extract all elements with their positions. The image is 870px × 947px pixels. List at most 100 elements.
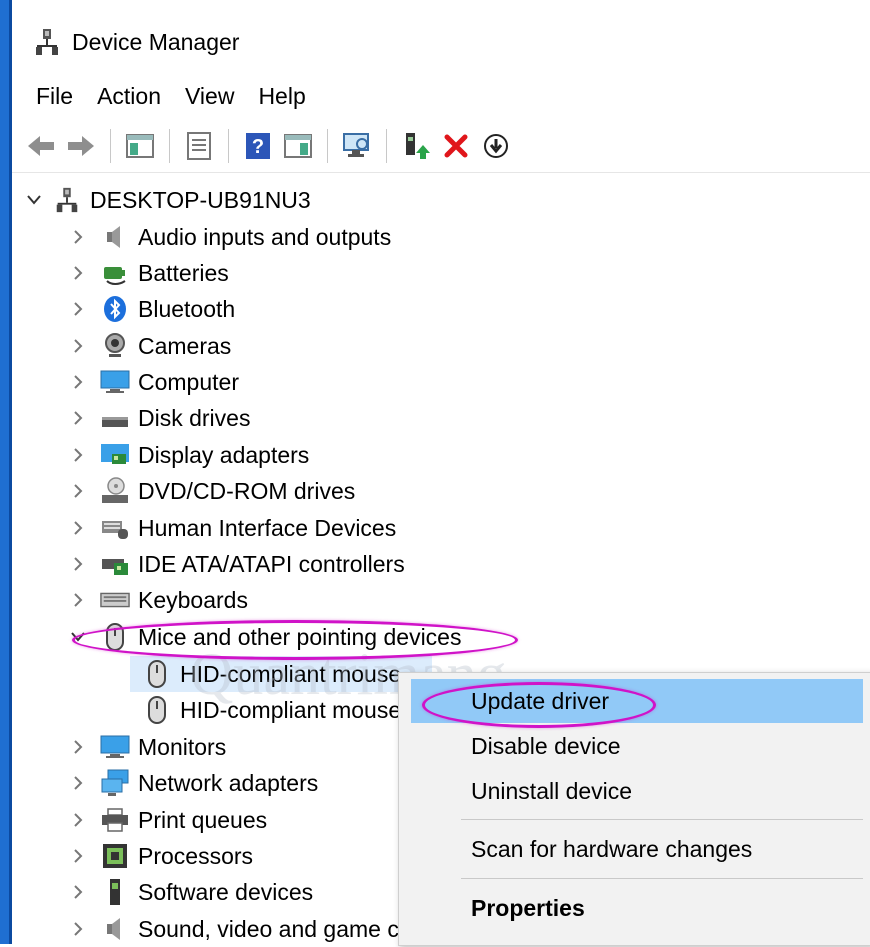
chevron-right-icon[interactable] xyxy=(70,408,86,428)
dvd-drive-icon xyxy=(100,476,130,506)
scan-hardware-menu-item[interactable]: Scan for hardware changes xyxy=(411,827,863,871)
uninstall-x-icon[interactable] xyxy=(439,129,473,163)
ide-controller-icon xyxy=(100,549,130,579)
monitor-icon xyxy=(100,732,130,762)
window-title: Device Manager xyxy=(72,28,240,55)
chevron-right-icon[interactable] xyxy=(70,810,86,830)
disable-device-icon[interactable] xyxy=(479,129,513,163)
device-manager-icon xyxy=(34,27,60,57)
update-driver-menu-item[interactable]: Update driver xyxy=(411,679,863,723)
help-icon[interactable]: ? xyxy=(241,129,275,163)
tree-item-disk-drives[interactable]: Disk drives xyxy=(70,400,250,436)
network-adapter-icon xyxy=(100,768,130,798)
tree-item-label: Computer xyxy=(138,368,239,395)
tree-item-ide-controllers[interactable]: IDE ATA/ATAPI controllers xyxy=(70,546,405,582)
processor-icon xyxy=(100,841,130,871)
chevron-right-icon[interactable] xyxy=(70,336,86,356)
menu-separator xyxy=(461,878,863,879)
properties-menu-item[interactable]: Properties xyxy=(411,886,863,930)
forward-arrow-icon[interactable] xyxy=(64,129,98,163)
camera-icon xyxy=(100,331,130,361)
toolbar-separator xyxy=(386,129,387,163)
chevron-right-icon[interactable] xyxy=(70,518,86,538)
tree-item-bluetooth[interactable]: Bluetooth xyxy=(70,291,235,327)
menu-file[interactable]: File xyxy=(36,79,73,114)
toolbar-separator xyxy=(110,129,111,163)
chevron-right-icon[interactable] xyxy=(70,737,86,757)
tree-root-label: DESKTOP-UB91NU3 xyxy=(90,186,311,213)
update-driver-icon[interactable] xyxy=(399,129,433,163)
tree-item-computer[interactable]: Computer xyxy=(70,364,239,400)
chevron-right-icon[interactable] xyxy=(70,227,86,247)
menu-view[interactable]: View xyxy=(185,79,234,114)
chevron-right-icon[interactable] xyxy=(70,372,86,392)
tree-item-hid-mouse-2[interactable]: HID-compliant mouse xyxy=(132,692,401,728)
tree-item-keyboards[interactable]: Keyboards xyxy=(70,582,248,618)
menu-action[interactable]: Action xyxy=(97,79,161,114)
chevron-right-icon[interactable] xyxy=(70,919,86,939)
chevron-right-icon[interactable] xyxy=(70,846,86,866)
tree-item-label: DVD/CD-ROM drives xyxy=(138,477,356,504)
tree-item-print-queues[interactable]: Print queues xyxy=(70,802,267,838)
tree-item-label: Cameras xyxy=(138,332,232,359)
window-left-border xyxy=(0,0,12,944)
disable-device-menu-item[interactable]: Disable device xyxy=(411,724,863,768)
toolbar-separator xyxy=(327,129,328,163)
keyboard-icon xyxy=(100,585,130,615)
mouse-icon xyxy=(142,695,172,725)
chevron-right-icon[interactable] xyxy=(70,554,86,574)
printer-icon xyxy=(100,805,130,835)
chevron-right-icon[interactable] xyxy=(70,882,86,902)
software-device-icon xyxy=(100,877,130,907)
show-hide-console-tree-icon[interactable] xyxy=(123,129,157,163)
tree-item-hid-mouse-1[interactable]: HID-compliant mouse xyxy=(132,656,401,692)
computer-network-icon xyxy=(52,185,82,215)
tree-item-label: Network adapters xyxy=(138,769,319,796)
chevron-right-icon[interactable] xyxy=(70,590,86,610)
menu-bar: File Action View Help xyxy=(12,74,870,118)
tree-item-label: Mice and other pointing devices xyxy=(138,623,462,650)
chevron-right-icon[interactable] xyxy=(70,299,86,319)
computer-icon xyxy=(100,367,130,397)
tree-item-label: Human Interface Devices xyxy=(138,514,397,541)
chevron-right-icon[interactable] xyxy=(70,481,86,501)
context-menu: Update driver Disable device Uninstall d… xyxy=(398,672,870,946)
tree-item-monitors[interactable]: Monitors xyxy=(70,729,226,765)
scan-hardware-icon[interactable] xyxy=(340,129,374,163)
uninstall-device-menu-item[interactable]: Uninstall device xyxy=(411,769,863,813)
svg-text:?: ? xyxy=(252,136,264,158)
tree-item-display-adapters[interactable]: Display adapters xyxy=(70,437,309,473)
properties-sheet-icon[interactable] xyxy=(182,129,216,163)
toolbar: ? xyxy=(12,120,870,173)
action-pane-icon[interactable] xyxy=(281,129,315,163)
tree-item-processors[interactable]: Processors xyxy=(70,838,253,874)
display-adapter-icon xyxy=(100,440,130,470)
tree-item-hid[interactable]: Human Interface Devices xyxy=(70,510,396,546)
tree-item-label: Keyboards xyxy=(138,586,248,613)
tree-item-label: Audio inputs and outputs xyxy=(138,223,392,250)
speaker-icon xyxy=(100,222,130,252)
tree-item-label: Print queues xyxy=(138,806,268,833)
chevron-right-icon[interactable] xyxy=(70,445,86,465)
tree-item-label: IDE ATA/ATAPI controllers xyxy=(138,550,405,577)
tree-item-label: Monitors xyxy=(138,733,227,760)
chevron-right-icon[interactable] xyxy=(70,773,86,793)
chevron-down-icon[interactable] xyxy=(70,627,86,647)
tree-item-network-adapters[interactable]: Network adapters xyxy=(70,765,318,801)
tree-item-mice[interactable]: Mice and other pointing devices xyxy=(70,619,461,655)
toolbar-separator xyxy=(169,129,170,163)
tree-item-label: HID-compliant mouse xyxy=(180,660,402,687)
tree-root[interactable]: DESKTOP-UB91NU3 xyxy=(26,182,311,218)
chevron-down-icon[interactable] xyxy=(26,190,42,210)
tree-item-audio[interactable]: Audio inputs and outputs xyxy=(70,219,391,255)
tree-item-cameras[interactable]: Cameras xyxy=(70,328,231,364)
tree-item-label: Display adapters xyxy=(138,441,310,468)
menu-help[interactable]: Help xyxy=(258,79,305,114)
disk-drive-icon xyxy=(100,403,130,433)
tree-item-dvd-drives[interactable]: DVD/CD-ROM drives xyxy=(70,473,355,509)
hid-icon xyxy=(100,513,130,543)
chevron-right-icon[interactable] xyxy=(70,263,86,283)
back-arrow-icon[interactable] xyxy=(24,129,58,163)
tree-item-batteries[interactable]: Batteries xyxy=(70,255,229,291)
tree-item-software-devices[interactable]: Software devices xyxy=(70,874,313,910)
